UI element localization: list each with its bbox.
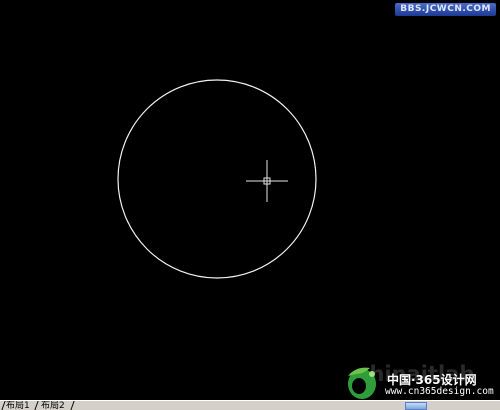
drawn-circle[interactable] [117, 79, 317, 279]
canvas-svg[interactable] [0, 0, 500, 400]
logo-watermark: chinaitlab 中国·365设计网 www.cn365design.com [342, 362, 500, 400]
drawing-canvas[interactable]: BBS.JCWCN.COM chinaitlab 中国·365设计网 www.c… [0, 0, 500, 400]
site-watermark: BBS.JCWCN.COM [395, 3, 496, 16]
logo-domain: www.cn365design.com [385, 386, 494, 397]
leaf-logo-icon [348, 367, 376, 399]
crosshair-cursor-icon [246, 160, 288, 202]
